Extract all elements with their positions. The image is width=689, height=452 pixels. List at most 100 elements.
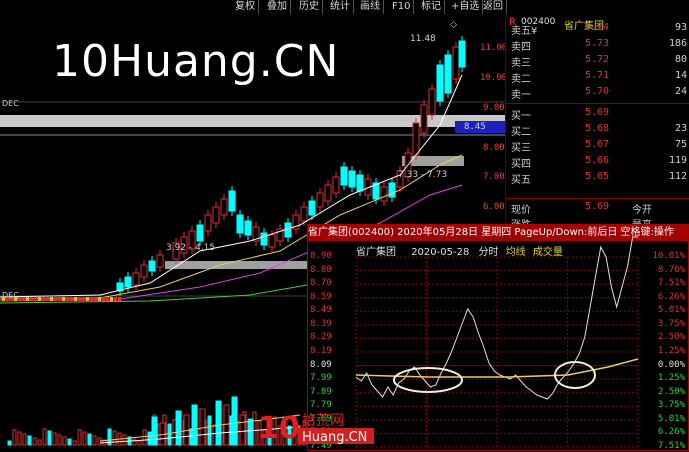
bid-row[interactable]: 买五 5.65 112 [506,171,689,187]
popup-left-axis-label: 8.49 [310,305,332,316]
bid-label: 买四 [511,159,531,170]
mini-bar [62,297,65,301]
volume-bar [57,434,62,446]
candle-body [458,40,466,68]
mini-bar [46,297,49,301]
mini-bar [66,297,69,301]
ask-volume: 80 [674,54,687,65]
popup-right-axis-label: 5.01% [657,305,685,316]
candle-body [268,234,276,248]
toolbar-button-stats[interactable]: 统计 [327,0,354,14]
mini-bar [118,297,121,301]
price-tick: 6.00 [483,202,505,212]
candle-body [316,192,324,208]
ask-label: 卖一 [511,90,531,101]
mini-bar [38,297,41,301]
toolbar-button-overlay[interactable]: 叠加 [264,0,291,14]
candle-body [260,232,268,246]
bid-row[interactable]: 买二 5.68 23 [506,123,689,139]
ask-volume: 24 [674,86,687,97]
ask-row[interactable]: 卖三 5.72 80 [506,54,689,70]
popup-right-axis-label: 2.50% [657,386,685,397]
price-band [0,115,505,127]
volume-bar [52,432,57,446]
popup-left-axis-label: 8.70 [310,278,332,289]
ask-row[interactable]: 卖四 5.73 186 [506,38,689,54]
candle-body [420,104,428,134]
ask-price: 5.70 [585,86,610,97]
volume-bar [32,437,37,446]
bid-label: 买三 [511,143,531,154]
toolbar-button-f10[interactable]: F10 [389,0,415,14]
high-price-label: 11.48 [410,34,436,44]
toolbar-button-back[interactable]: 返回 [480,0,507,14]
mini-bar [50,297,53,301]
panel-divider [506,103,689,104]
popup-right-axis-label: 3.75% [657,400,685,411]
price-tick: 9.00 [483,103,505,113]
diamond-marker: ◇ [450,20,457,30]
toolbar-button-history[interactable]: 历史 [296,0,323,14]
candle-body [324,184,332,202]
mini-bar [98,297,101,301]
ask-price: 5.71 [585,70,610,81]
volume-bar [207,415,212,446]
ask-row[interactable]: 卖一 5.70 24 [506,86,689,102]
candle-body [300,206,308,222]
watermark-text: 10Huang.CN [52,36,340,87]
open-label: 今开 [632,205,652,216]
logo-graphic: 10 拾荒网 Huang.CN [258,411,374,446]
volume-bar [12,429,17,446]
ask-price: 5.73 [585,38,610,49]
mini-bar [42,297,45,301]
volume-bar [231,396,238,446]
volume-bar [47,430,52,446]
ask-row[interactable]: 卖二 5.71 14 [506,70,689,86]
bid-price: 5.68 [585,123,610,134]
candle-body [332,176,340,194]
price-tick: 10.00 [480,73,508,83]
popup-right-axis-label: 2.50% [657,332,685,343]
bid-price: 5.69 [585,107,610,118]
toolbar-button-draw[interactable]: 画线 [357,0,384,14]
range-label-low: 3.92 - 4.15 [166,243,216,253]
bid-row[interactable]: 买一 5.69 [506,107,689,123]
popup-right-axis-label: 0.00% [657,359,685,370]
now-price-row: 现价 5.69 今开 [506,201,689,217]
candle-body [156,254,164,268]
toolbar-button-mark[interactable]: 标记 [418,0,445,14]
site-logo: 10 拾荒网 Huang.CN [258,406,376,448]
bid-row[interactable]: 买四 5.66 119 [506,155,689,171]
popup-left-axis-label: 8.90 [310,251,332,261]
popup-right-axis-label: 7.51% [657,441,685,451]
bid-label: 买五 [511,175,531,186]
popup-right-axis-label: 10.01% [652,251,685,261]
bid-volume: 112 [668,171,687,182]
bid-label: 买一 [511,111,531,122]
popup-left-axis-label: 7.99 [310,373,332,384]
volume-bar [137,440,142,446]
candle-body [212,206,220,224]
toolbar-button-fuquan[interactable]: 复权 [232,0,259,14]
volume-bar [147,431,152,446]
candle-body [388,182,396,198]
bid-row[interactable]: 买三 5.67 75 [506,139,689,155]
mini-bar [86,297,89,301]
bid-price: 5.67 [585,139,610,150]
toolbar-button-add-watch[interactable]: +自选 [448,0,484,14]
mini-bar [22,297,25,301]
mini-bar [78,297,81,301]
popup-left-axis-label: 8.09 [310,359,332,370]
bid-price: 5.65 [585,171,610,182]
ask-row[interactable]: 卖五¥ 5.74 93 [506,22,689,38]
popup-right-axis-label: 1.25% [657,373,685,384]
volume-bar [199,408,206,446]
ask-label: 卖二 [511,74,531,85]
volume-bar [167,423,172,446]
volume-bar [27,435,32,446]
volume-bar [67,438,72,446]
volume-bar [72,440,77,446]
volume-bar [62,436,67,446]
candle-body [436,64,444,102]
volume-bar [77,429,82,446]
